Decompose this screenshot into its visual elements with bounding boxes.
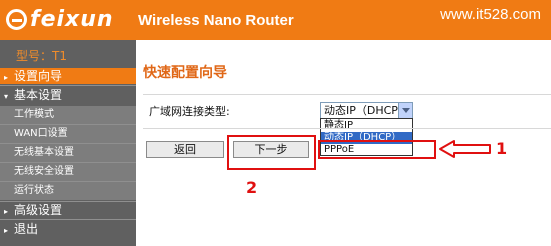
annotation-number-2: 2 [246,178,258,197]
chevron-right-icon: ▸ [4,73,9,82]
divider [143,94,551,95]
logo-icon [6,9,27,30]
sidebar-item-basic-settings[interactable]: ▾ 基本设置 [0,87,136,103]
annotation-box-pppoe [318,140,436,159]
sidebar-item-wireless-basic[interactable]: 无线基本设置 [0,144,136,162]
connection-type-label: 广域网连接类型: [149,105,230,118]
divider [0,219,136,220]
sidebar-item-label: 设置向导 [14,69,63,83]
connection-type-select[interactable]: 动态IP（DHCP） [320,102,413,119]
sidebar-item-wireless-security[interactable]: 无线安全设置 [0,163,136,181]
header-title: Wireless Nano Router [138,12,294,29]
chevron-down-icon: ▾ [4,92,9,101]
page-title: 快速配置向导 [143,65,227,81]
option-static-ip[interactable]: 静态IP [321,120,412,132]
chevron-right-icon: ▸ [4,207,9,216]
annotation-arrow-icon [439,140,491,158]
back-button[interactable]: 返回 [146,141,224,158]
annotation-number-1: 1 [496,139,508,158]
chevron-down-icon[interactable] [398,103,412,118]
watermark: www.it528.com [440,6,541,23]
sidebar-item-work-mode[interactable]: 工作模式 [0,106,136,124]
divider [143,128,551,129]
logo: feixun [30,7,114,32]
select-value: 动态IP（DHCP） [324,104,409,117]
sidebar-item-label: 基本设置 [14,88,63,102]
sidebar-item-label: 高级设置 [14,203,63,217]
sidebar: 型号：T1 ▸ 设置向导 ▾ 基本设置 工作模式 WAN口设置 无线基本设置 无线安… [0,40,136,246]
annotation-box-next [227,135,316,170]
chevron-right-icon: ▸ [4,226,9,235]
sidebar-item-label: 退出 [14,222,39,236]
sidebar-item-run-status[interactable]: 运行状态 [0,182,136,200]
model-label: 型号：T1 [16,49,67,63]
sidebar-item-setup-wizard[interactable]: ▸ 设置向导 [0,68,136,84]
sidebar-item-logout[interactable]: ▸ 退出 [0,221,136,237]
sidebar-item-advanced-settings[interactable]: ▸ 高级设置 [0,202,136,218]
header-bar: feixun Wireless Nano Router www.it528.co… [0,0,551,40]
divider [0,85,136,86]
sidebar-item-wan-settings[interactable]: WAN口设置 [0,125,136,143]
